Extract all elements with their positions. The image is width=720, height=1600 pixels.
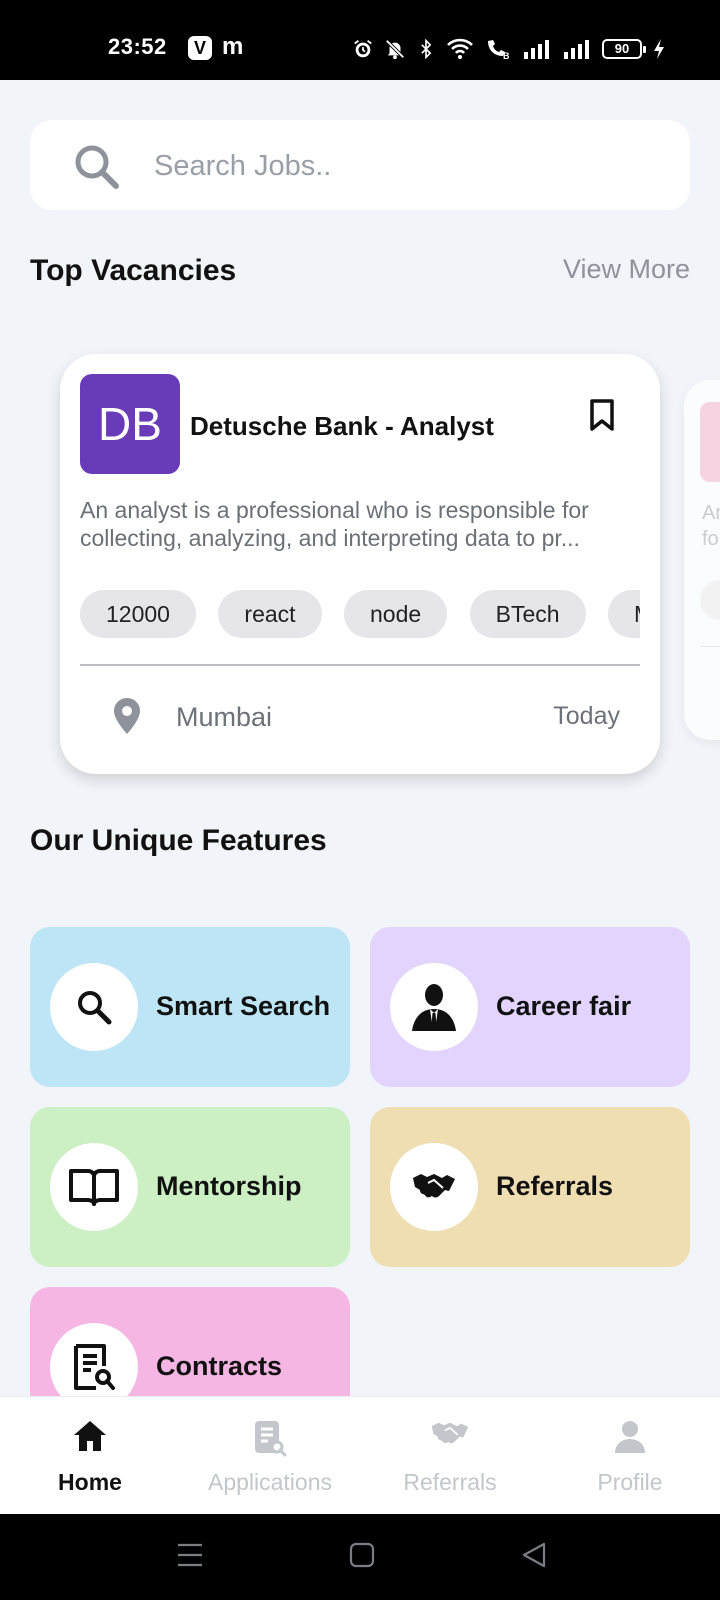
book-icon <box>69 1169 119 1206</box>
job-tag: react <box>218 590 322 638</box>
system-navigation-bar <box>0 1514 720 1600</box>
job-card[interactable]: DB Detusche Bank - Analyst An analyst is… <box>60 354 660 774</box>
job-card-next[interactable]: Ar fo <box>684 380 720 740</box>
home-square-icon[interactable] <box>348 1541 376 1569</box>
feature-icon-circle <box>50 1143 138 1231</box>
handshake-icon <box>413 1174 455 1198</box>
company-logo <box>700 402 720 482</box>
status-time: 23:52 <box>108 34 167 59</box>
nav-applications[interactable]: Applications <box>180 1397 360 1515</box>
svg-text:B: B <box>503 51 510 60</box>
feature-label: Contracts <box>156 1351 283 1381</box>
applications-icon <box>255 1421 287 1457</box>
nav-referrals[interactable]: Referrals <box>360 1397 540 1515</box>
search-icon <box>78 991 112 1025</box>
feature-smart-search[interactable]: Smart Search <box>30 927 350 1087</box>
status-icons: B 90 <box>352 36 666 62</box>
job-description: An analyst is a professional who is resp… <box>80 497 589 551</box>
wifi-icon <box>447 38 473 59</box>
contract-icon <box>74 1344 115 1390</box>
top-vacancies-heading: Top Vacancies <box>30 254 237 287</box>
feature-mentorship[interactable]: Mentorship <box>30 1107 350 1267</box>
nav-profile[interactable]: Profile <box>540 1397 720 1515</box>
nav-home[interactable]: Home <box>0 1397 180 1515</box>
job-posted-date: Today <box>553 702 620 730</box>
status-bar: 23:52 V m B 90 <box>0 0 720 80</box>
mute-icon <box>385 39 405 60</box>
view-more-link[interactable]: View More <box>563 254 690 285</box>
search-icon[interactable] <box>72 142 122 192</box>
wifi-call-icon: B <box>488 40 510 60</box>
job-tag <box>700 580 720 620</box>
feature-referrals[interactable]: Referrals <box>370 1107 690 1267</box>
back-icon[interactable] <box>520 1541 548 1569</box>
bluetooth-icon <box>421 38 432 60</box>
home-icon <box>74 1421 106 1451</box>
feature-label: Referrals <box>496 1171 614 1201</box>
card-divider <box>80 664 640 666</box>
battery-icon: 90 <box>602 39 646 59</box>
feature-label: Smart Search <box>156 991 331 1021</box>
handshake-icon <box>431 1422 469 1444</box>
charging-icon <box>654 39 664 59</box>
company-logo: DB <box>80 374 180 474</box>
feature-icon-circle <box>390 1143 478 1231</box>
alarm-icon <box>354 40 372 58</box>
job-tag: M <box>608 590 640 638</box>
vimeo-app-icon: V <box>188 36 212 60</box>
nav-label: Profile <box>597 1469 663 1495</box>
job-tag: 12000 <box>80 590 196 638</box>
location-pin-icon <box>114 698 140 734</box>
menu-icon[interactable] <box>176 1541 204 1569</box>
features-heading: Our Unique Features <box>30 824 327 857</box>
nav-label: Home <box>58 1469 122 1495</box>
card-divider <box>700 646 720 647</box>
search-bar[interactable] <box>30 120 690 210</box>
feature-label: Career fair <box>496 991 632 1021</box>
nav-label: Applications <box>207 1469 333 1495</box>
businessman-icon <box>412 984 456 1031</box>
feature-label: Mentorship <box>156 1171 302 1201</box>
job-location: Mumbai <box>176 702 273 732</box>
signal-icon <box>564 40 589 59</box>
bookmark-icon[interactable] <box>588 398 616 432</box>
job-title: Detusche Bank - Analyst <box>190 411 494 441</box>
feature-icon-circle <box>390 963 478 1051</box>
bottom-navigation: Home Applications Referrals Profile <box>0 1396 720 1514</box>
feature-icon-circle <box>50 963 138 1051</box>
signal-icon <box>524 40 549 59</box>
search-input[interactable] <box>154 146 654 186</box>
job-tag: node <box>344 590 448 638</box>
job-tags: 12000 react node BTech M <box>80 590 640 638</box>
job-description: Ar fo <box>702 502 720 550</box>
feature-career-fair[interactable]: Career fair <box>370 927 690 1087</box>
job-tag: BTech <box>469 590 586 638</box>
m-app-icon: m <box>222 33 244 60</box>
nav-label: Referrals <box>403 1469 497 1495</box>
person-icon <box>615 1421 645 1453</box>
